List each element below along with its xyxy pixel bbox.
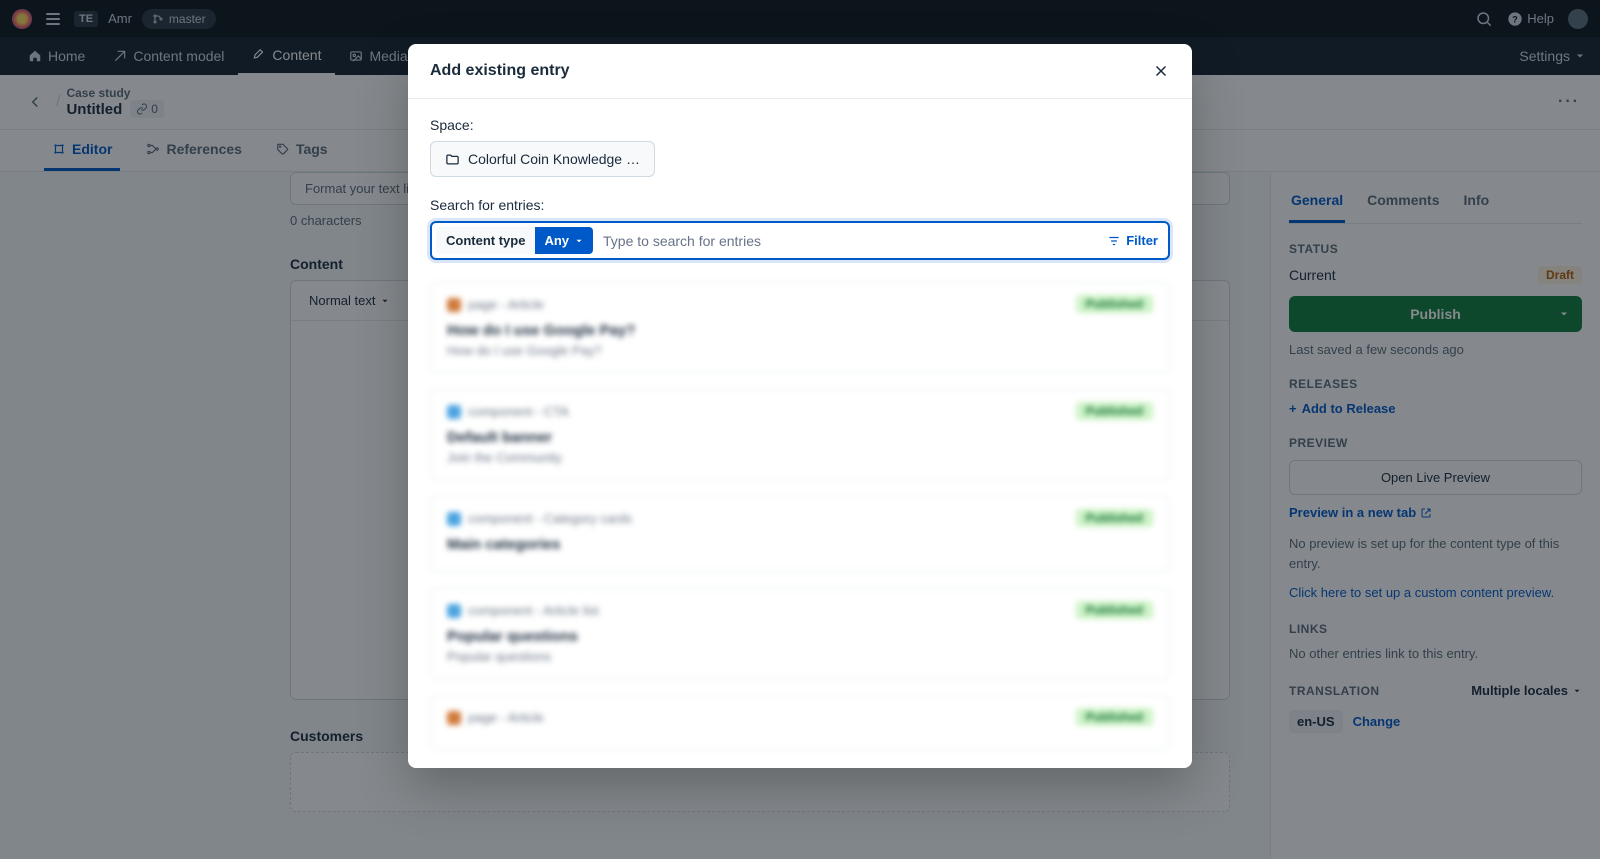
card-meta: page - Article [447, 710, 1153, 725]
filter-icon [1107, 234, 1121, 248]
result-card[interactable]: component - Category cards Published Main … [430, 496, 1170, 572]
content-type-label: page - Article [468, 297, 544, 312]
card-title: Default banner [447, 429, 1153, 446]
card-meta: component - Category cards [447, 511, 1153, 526]
modal-body: Space: Colorful Coin Knowledge … Search … [408, 99, 1192, 768]
result-card[interactable]: component - Article list Published Popular… [430, 588, 1170, 679]
content-type-icon [447, 604, 461, 618]
card-title: How do I use Google Pay? [447, 322, 1153, 339]
result-card[interactable]: page - Article Published [430, 695, 1170, 750]
status-badge: Published [1076, 601, 1153, 619]
modal-overlay: Add existing entry Space: Colorful Coin … [0, 0, 1600, 859]
ct-filter-value[interactable]: Any [535, 227, 593, 254]
result-card[interactable]: page - Article Published How do I use Goog… [430, 282, 1170, 373]
chevron-down-icon [574, 236, 584, 246]
content-type-label: component - Article list [468, 603, 599, 618]
add-existing-entry-modal: Add existing entry Space: Colorful Coin … [408, 44, 1192, 768]
card-title: Popular questions [447, 628, 1153, 645]
content-type-icon [447, 405, 461, 419]
card-meta: page - Article [447, 297, 1153, 312]
search-input[interactable] [603, 229, 1097, 253]
ct-filter-label: Content type [436, 227, 535, 254]
content-type-label: component - CTA [468, 404, 569, 419]
status-badge: Published [1076, 509, 1153, 527]
folder-icon [445, 152, 460, 167]
search-label: Search for entries: [430, 197, 1170, 213]
content-type-icon [447, 512, 461, 526]
space-name: Colorful Coin Knowledge … [468, 151, 640, 167]
card-title: Main categories [447, 536, 1153, 553]
card-meta: component - Article list [447, 603, 1153, 618]
card-subtitle: Popular questions [447, 649, 1153, 664]
filter-button[interactable]: Filter [1107, 233, 1158, 248]
content-type-label: page - Article [468, 710, 544, 725]
status-badge: Published [1076, 402, 1153, 420]
status-badge: Published [1076, 295, 1153, 313]
card-meta: component - CTA [447, 404, 1153, 419]
modal-header: Add existing entry [408, 44, 1192, 99]
content-type-label: component - Category cards [468, 511, 632, 526]
ct-filter-value-text: Any [544, 233, 569, 248]
filter-label: Filter [1126, 233, 1158, 248]
result-card[interactable]: component - CTA Published Default banner Jo… [430, 389, 1170, 480]
card-subtitle: Join the Community [447, 450, 1153, 465]
card-subtitle: How do I use Google Pay? [447, 343, 1153, 358]
content-type-filter[interactable]: Content type Any [436, 227, 593, 254]
content-type-icon [447, 298, 461, 312]
close-icon[interactable] [1152, 62, 1170, 80]
content-type-icon [447, 711, 461, 725]
search-bar: Content type Any Filter [430, 221, 1170, 260]
results-list: page - Article Published How do I use Goog… [430, 282, 1170, 750]
status-badge: Published [1076, 708, 1153, 726]
modal-title: Add existing entry [430, 62, 570, 80]
space-label: Space: [430, 117, 1170, 133]
space-selector[interactable]: Colorful Coin Knowledge … [430, 141, 655, 177]
